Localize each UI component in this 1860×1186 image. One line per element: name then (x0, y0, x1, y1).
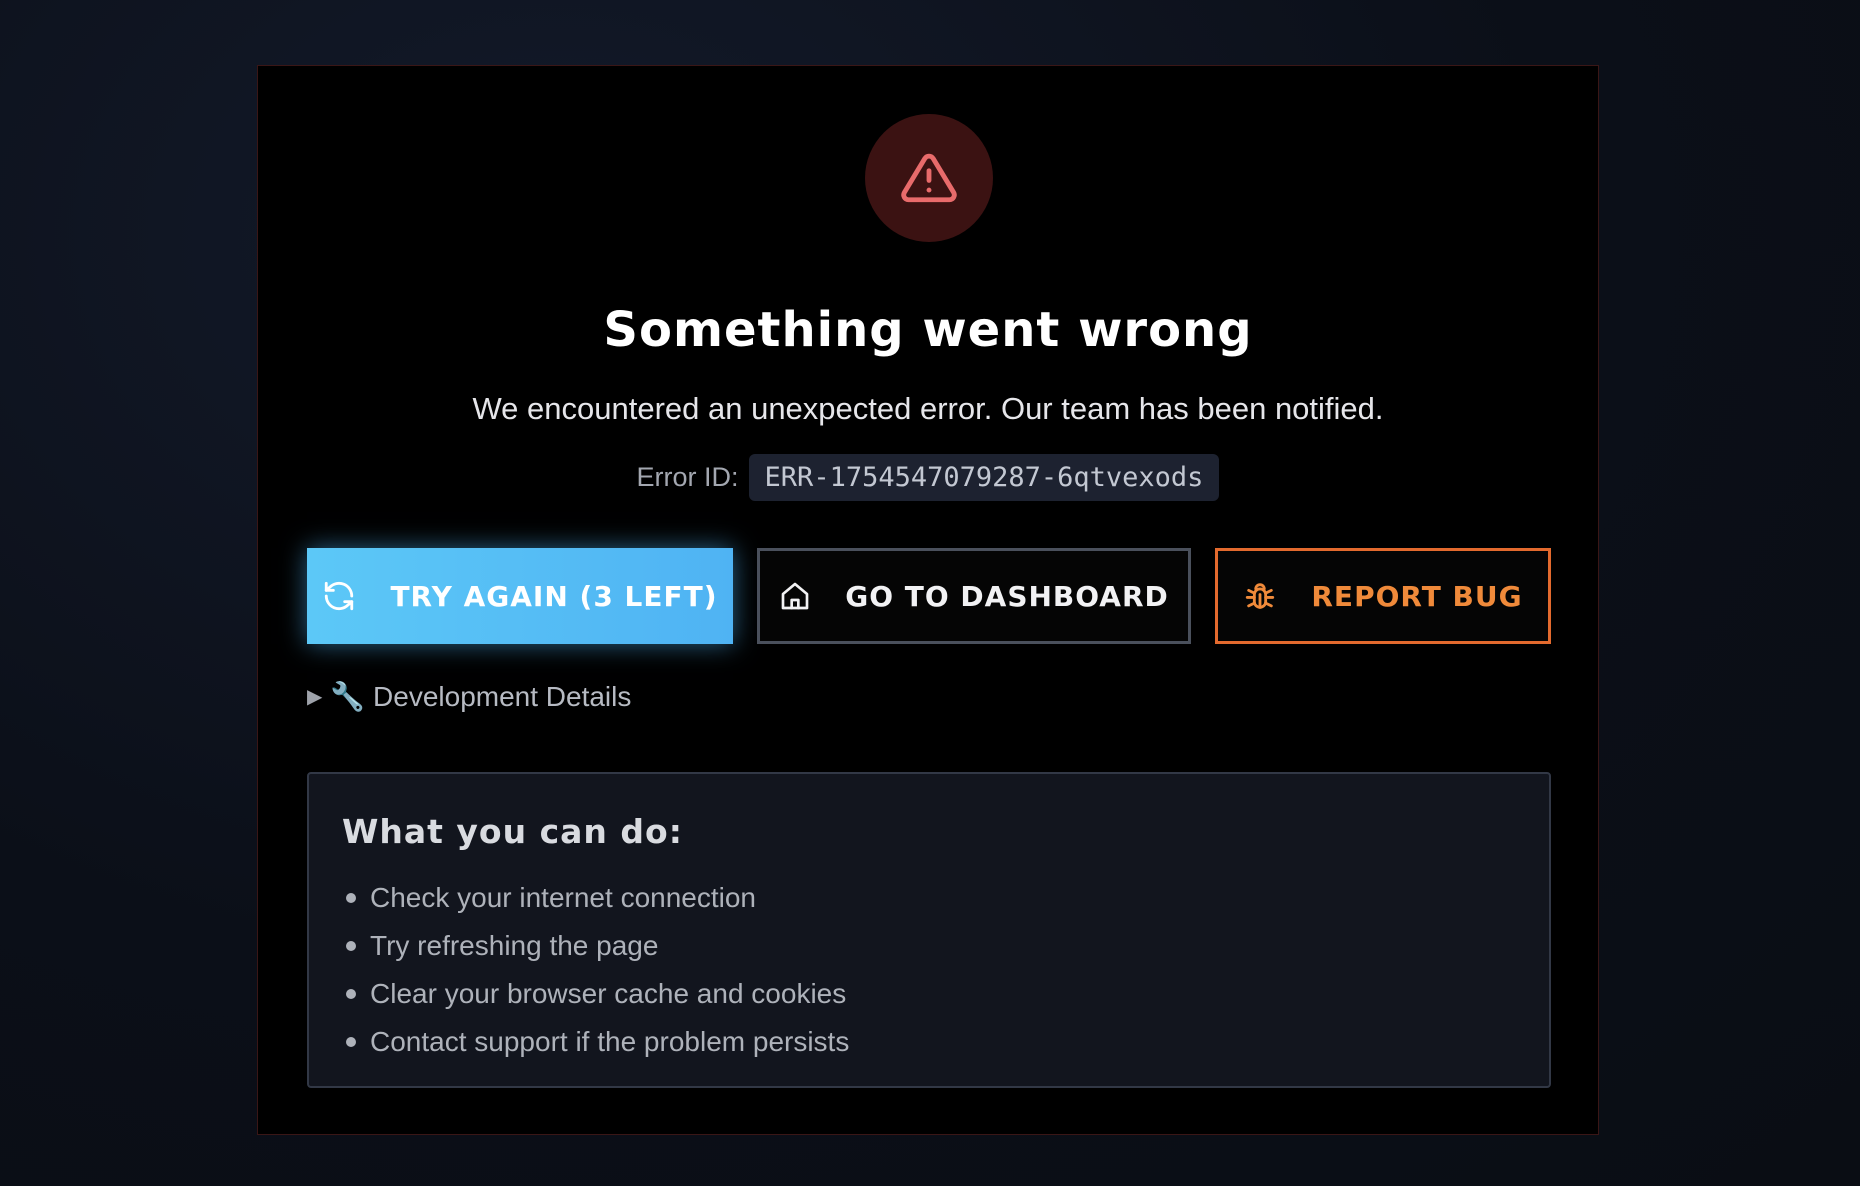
warning-triangle-icon (901, 153, 957, 203)
report-bug-button[interactable]: REPORT BUG (1215, 548, 1551, 644)
bullet-icon (346, 893, 356, 903)
bug-icon (1246, 583, 1275, 609)
help-box: What you can do: Check your internet con… (307, 772, 1551, 1088)
refresh-icon (325, 581, 354, 611)
development-details-toggle[interactable]: ▶ 🔧 Development Details (307, 680, 631, 713)
error-id-row: Error ID: ERR-1754547079287-6qtvexods (258, 454, 1598, 501)
help-item-text: Contact support if the problem persists (370, 1026, 850, 1057)
help-item: Contact support if the problem persists (342, 1018, 849, 1066)
error-id-code: ERR-1754547079287-6qtvexods (748, 454, 1220, 501)
help-list: Check your internet connection Try refre… (342, 874, 849, 1066)
warning-badge (865, 114, 993, 242)
error-id-label: Error ID: (636, 462, 739, 492)
bullet-icon (346, 1037, 356, 1047)
error-card: Something went wrong We encountered an u… (257, 65, 1599, 1135)
help-item-text: Clear your browser cache and cookies (370, 978, 847, 1009)
report-bug-label: REPORT BUG (1311, 579, 1523, 613)
error-message: We encountered an unexpected error. Our … (472, 391, 1384, 426)
try-again-button[interactable]: TRY AGAIN (3 LEFT) (307, 548, 733, 644)
help-item-text: Try refreshing the page (370, 930, 659, 961)
help-item: Clear your browser cache and cookies (342, 970, 849, 1018)
help-item: Try refreshing the page (342, 922, 849, 970)
bullet-icon (346, 989, 356, 999)
home-icon (781, 582, 809, 610)
help-item-text: Check your internet connection (370, 882, 756, 913)
error-title: Something went wrong (603, 302, 1253, 358)
help-title: What you can do: (342, 812, 683, 851)
development-details-label: 🔧 Development Details (330, 681, 632, 712)
help-item: Check your internet connection (342, 874, 849, 922)
try-again-label: TRY AGAIN (3 LEFT) (390, 579, 718, 613)
go-to-dashboard-button[interactable]: GO TO DASHBOARD (757, 548, 1191, 644)
go-to-dashboard-label: GO TO DASHBOARD (845, 579, 1169, 613)
disclosure-triangle-icon: ▶ (307, 686, 323, 708)
bullet-icon (346, 941, 356, 951)
